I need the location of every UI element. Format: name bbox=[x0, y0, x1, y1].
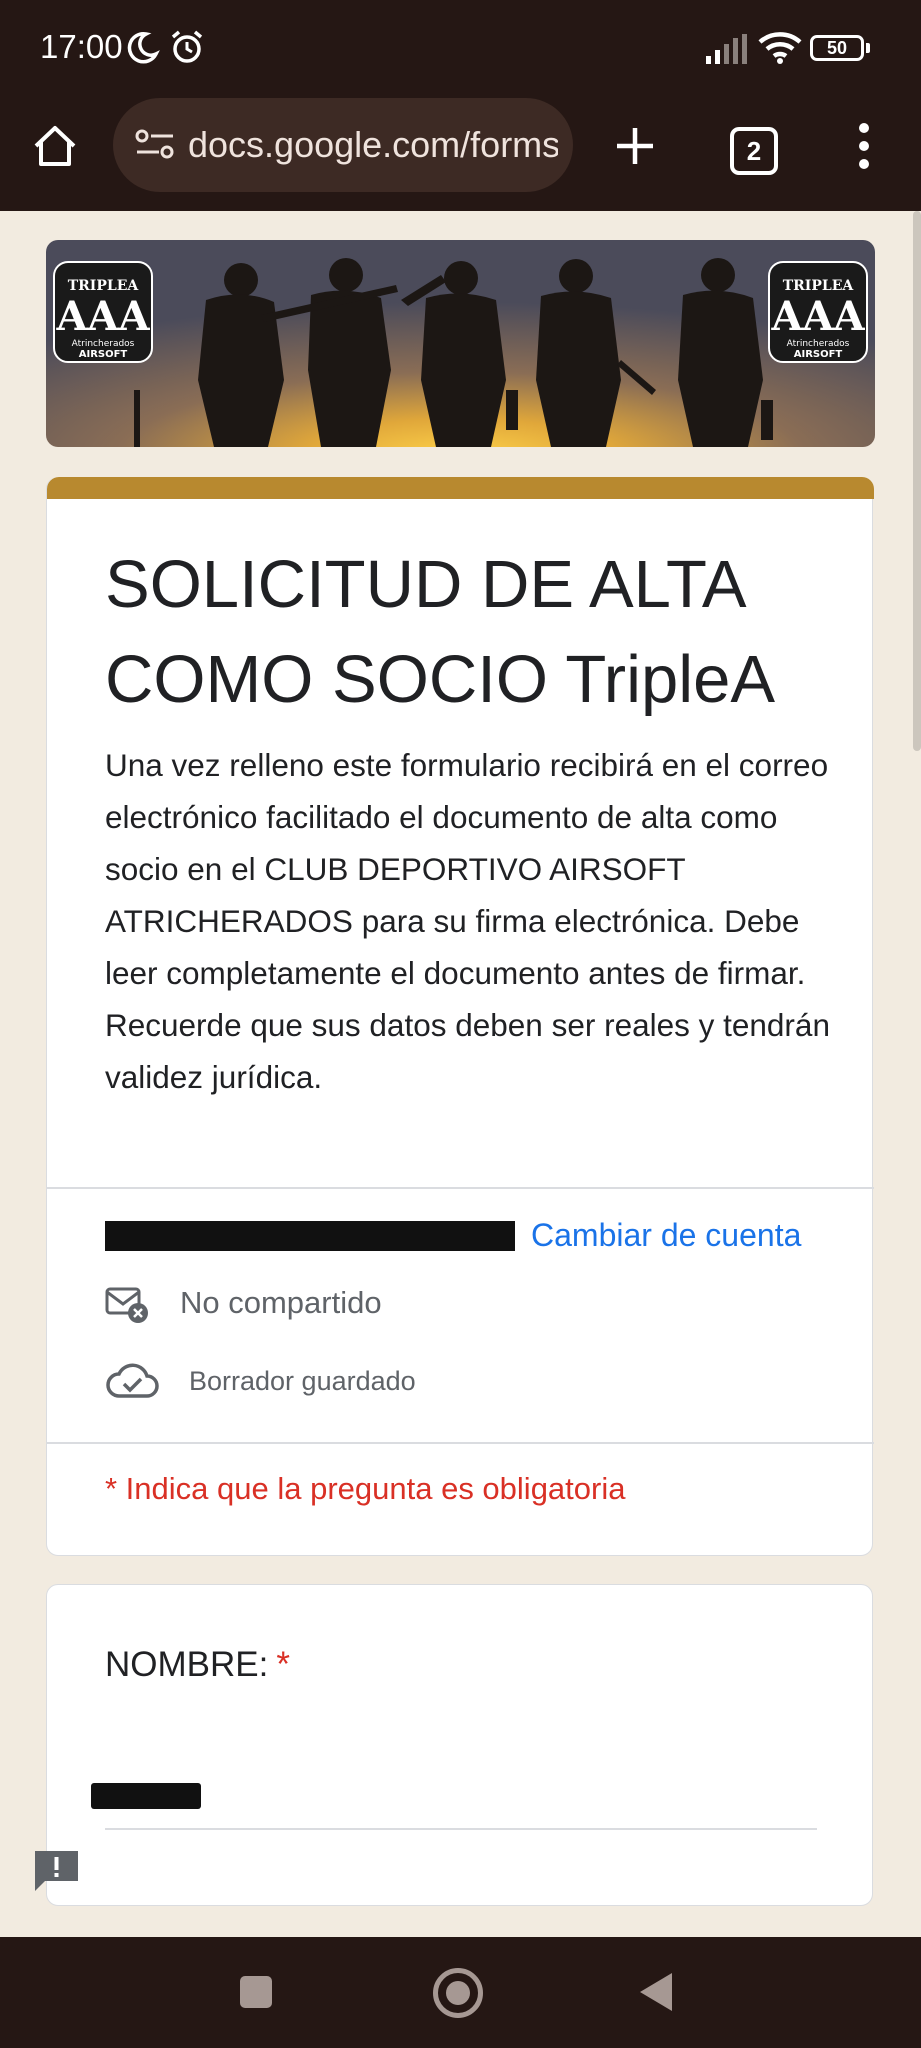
site-settings-icon[interactable] bbox=[135, 128, 177, 162]
more-menu-icon[interactable] bbox=[852, 122, 876, 170]
club-logo-right: TRIPLEA AAA Atrincherados AIRSOFT bbox=[768, 261, 868, 363]
svg-text:AIRSOFT: AIRSOFT bbox=[79, 349, 128, 360]
status-bar: 17:00 50 bbox=[0, 0, 921, 98]
home-button[interactable] bbox=[433, 1968, 483, 2018]
not-shared-label: No compartido bbox=[180, 1285, 382, 1320]
required-indicator-note: * Indica que la pregunta es obligatoria bbox=[105, 1471, 626, 1506]
divider bbox=[47, 1187, 874, 1189]
divider bbox=[47, 1442, 874, 1444]
tab-switcher-button[interactable]: 2 bbox=[730, 127, 778, 175]
recents-button[interactable] bbox=[240, 1976, 272, 2008]
svg-text:AAA: AAA bbox=[55, 293, 150, 340]
form-title: SOLICITUD DE ALTA COMO SOCIO TripleA bbox=[105, 547, 776, 717]
battery-icon: 50 bbox=[810, 35, 864, 61]
report-feedback-icon[interactable] bbox=[33, 1849, 80, 1891]
wifi-icon bbox=[758, 32, 802, 64]
account-email-redacted bbox=[105, 1221, 515, 1251]
club-logo-left: TRIPLEA AAA Atrincherados AIRSOFT bbox=[53, 261, 153, 363]
switch-account-link[interactable]: Cambiar de cuenta bbox=[531, 1217, 801, 1254]
draft-saved-label: Borrador guardado bbox=[189, 1366, 416, 1396]
system-navigation-bar bbox=[0, 1937, 921, 2048]
svg-text:TRIPLEA: TRIPLEA bbox=[783, 278, 855, 294]
battery-level: 50 bbox=[826, 38, 848, 58]
form-header-image: TRIPLEA AAA Atrincherados AIRSOFT TRIPLE… bbox=[46, 240, 875, 447]
required-asterisk: * bbox=[276, 1645, 290, 1684]
status-time: 17:00 bbox=[40, 28, 123, 65]
new-tab-icon[interactable] bbox=[613, 124, 657, 168]
home-icon[interactable] bbox=[32, 124, 78, 168]
nombre-input[interactable] bbox=[105, 1828, 817, 1830]
form-description: Una vez relleno este formulario recibirá… bbox=[105, 747, 830, 1095]
answer-value-redacted bbox=[91, 1783, 201, 1809]
question-text: NOMBRE: bbox=[105, 1645, 269, 1684]
question-label: NOMBRE: * bbox=[105, 1645, 290, 1685]
cloud-done-icon bbox=[106, 1363, 159, 1398]
svg-text:Atrincherados: Atrincherados bbox=[72, 339, 135, 349]
browser-toolbar: docs.google.com/forms 2 bbox=[0, 98, 921, 211]
battery-tip bbox=[866, 43, 870, 53]
alarm-icon bbox=[171, 30, 203, 63]
title-accent-bar bbox=[47, 477, 874, 499]
svg-text:AIRSOFT: AIRSOFT bbox=[794, 349, 843, 360]
back-icon[interactable] bbox=[638, 1971, 674, 2013]
question-card-nombre: NOMBRE: * bbox=[46, 1584, 873, 1906]
address-bar[interactable]: docs.google.com/forms bbox=[113, 98, 573, 192]
form-title-card: SOLICITUD DE ALTA COMO SOCIO TripleA Una… bbox=[46, 477, 874, 1556]
page-scrollbar[interactable] bbox=[913, 211, 921, 751]
not-shared-mail-icon bbox=[105, 1287, 148, 1323]
svg-text:TRIPLEA: TRIPLEA bbox=[68, 278, 140, 294]
svg-text:Atrincherados: Atrincherados bbox=[787, 339, 850, 349]
signal-icon bbox=[706, 34, 747, 64]
moon-icon bbox=[127, 32, 160, 64]
url-text: docs.google.com/forms bbox=[188, 124, 558, 165]
soldiers-silhouette-banner: TRIPLEA AAA Atrincherados AIRSOFT TRIPLE… bbox=[46, 240, 875, 447]
svg-text:AAA: AAA bbox=[770, 293, 865, 340]
